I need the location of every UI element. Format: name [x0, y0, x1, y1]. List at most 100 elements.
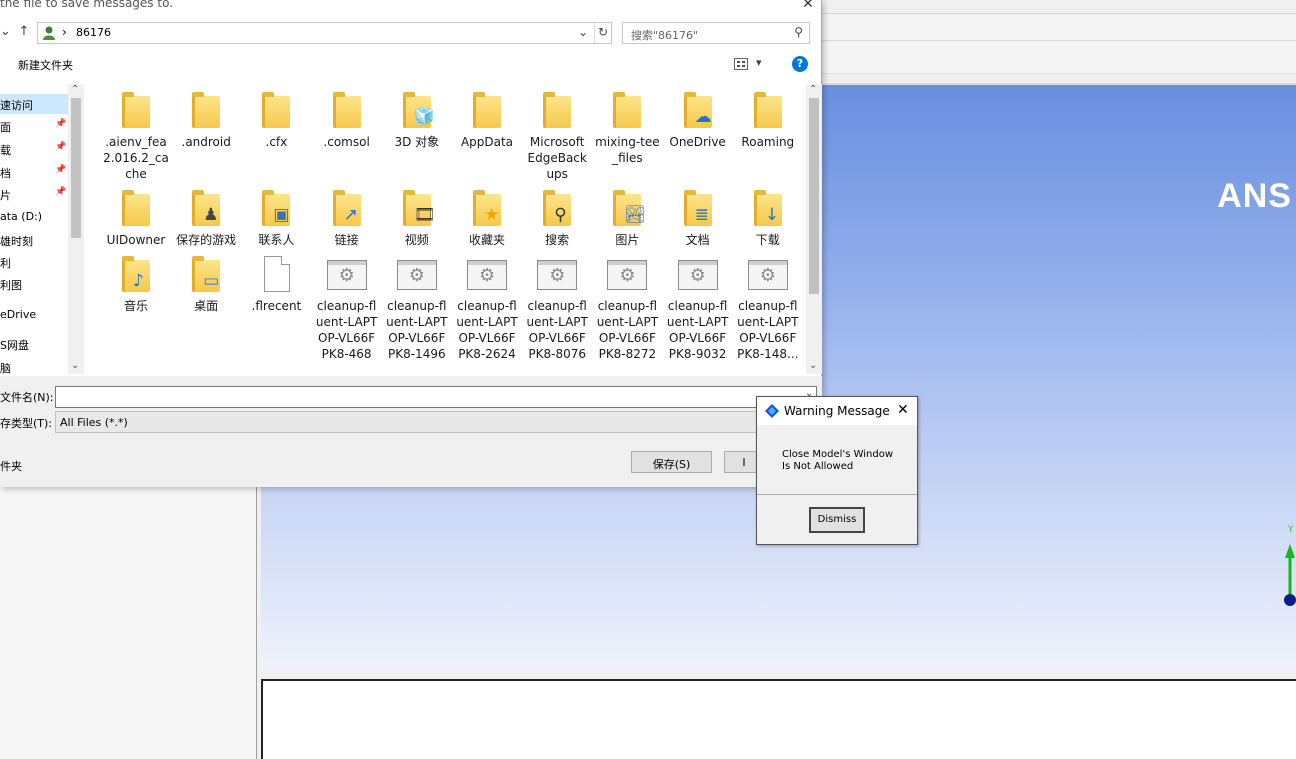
nav-item[interactable]: 面 📌 — [0, 116, 68, 136]
axis-triad-icon: Y — [1284, 525, 1296, 606]
breadcrumb-item[interactable]: 86176 — [76, 26, 111, 39]
file-item[interactable]: ♟ 保存的游戏 — [171, 188, 241, 248]
file-name-line: AppData — [460, 135, 514, 149]
search-input[interactable]: 搜索"86176" ⚲ — [622, 22, 810, 44]
file-item[interactable]: ⚙ cleanup-fl uent-LAPT OP-VL66F PK8-468 — [312, 254, 382, 362]
nav-item[interactable]: S网盘 — [0, 334, 68, 354]
file-item[interactable]: ▣ 联系人 — [241, 188, 311, 248]
scroll-down-icon[interactable]: ⌄ — [809, 360, 817, 371]
file-item[interactable]: .comsol — [312, 90, 382, 150]
file-item[interactable]: .cfx — [241, 90, 311, 150]
nav-item[interactable]: 利图 — [0, 274, 68, 294]
nav-item-label: 面 — [0, 121, 11, 134]
nav-item[interactable]: 速访问 — [0, 94, 68, 114]
view-options-icon[interactable] — [734, 58, 748, 70]
refresh-icon[interactable]: ↻ — [598, 25, 608, 39]
application-icon: ⚙ — [537, 254, 578, 294]
folder-music-icon: ♪ — [116, 254, 156, 294]
nav-item[interactable]: 雄时刻 — [0, 230, 68, 250]
file-item[interactable]: ⚙ cleanup-fl uent-LAPT OP-VL66F PK8-8076 — [522, 254, 592, 362]
user-folder-icon — [43, 26, 55, 40]
scroll-up-icon[interactable]: ⌃ — [809, 84, 817, 95]
nav-scroll-thumb[interactable] — [71, 98, 81, 238]
folder-desktop-icon: ▭ — [186, 254, 226, 294]
nav-item[interactable]: ata (D:) — [0, 207, 68, 227]
file-item[interactable]: ⚙ cleanup-fl uent-LAPT OP-VL66F PK8-2624 — [452, 254, 522, 362]
file-name-line: uent-LAPT — [456, 315, 518, 329]
nav-item[interactable]: 档 📌 — [0, 162, 68, 182]
app-logo-icon — [765, 404, 779, 418]
address-bar[interactable]: › 86176 ⌄ ↻ — [37, 22, 612, 44]
folder-icon — [748, 90, 788, 130]
up-arrow-icon[interactable]: ↑ — [16, 24, 32, 42]
file-item[interactable]: ⚙ cleanup-fl uent-LAPT OP-VL66F PK8-1496 — [382, 254, 452, 362]
file-item[interactable]: Roaming — [733, 90, 803, 150]
outline-tree-panel[interactable] — [0, 487, 257, 759]
nav-item-label: 利 — [0, 257, 11, 270]
app-ribbon[interactable] — [822, 42, 1296, 74]
file-list-scrollbar[interactable]: ⌃ ⌄ — [806, 84, 822, 374]
nav-item[interactable]: eDrive — [0, 305, 68, 325]
pin-icon: 📌 — [55, 142, 67, 152]
file-scroll-thumb[interactable] — [809, 98, 819, 294]
console-panel[interactable] — [261, 679, 1296, 759]
nav-item[interactable]: 利 — [0, 252, 68, 272]
warning-close-icon[interactable]: ✕ — [897, 402, 909, 418]
address-row: ⌄ ↑ › 86176 ⌄ ↻ 搜索"86176" ⚲ — [0, 20, 822, 46]
folder-3d-icon: 🧊 — [397, 90, 437, 130]
file-item[interactable]: mixing-tee _files — [592, 90, 662, 166]
help-icon[interactable]: ? — [792, 56, 808, 72]
file-item[interactable]: ☁ OneDrive — [663, 90, 733, 150]
file-item[interactable]: AppData — [452, 90, 522, 150]
recent-locations-chevron-icon[interactable]: ⌄ — [0, 24, 11, 42]
file-item[interactable]: UIDowner — [101, 188, 171, 248]
filetype-label: 存类型(T): — [0, 417, 53, 430]
filetype-select[interactable]: All Files (*.*) — [55, 411, 817, 433]
filename-input[interactable] — [55, 386, 817, 408]
hide-folders-toggle[interactable]: 件夹 — [0, 458, 60, 474]
file-item[interactable]: ▭ 桌面 — [171, 254, 241, 314]
address-dropdown-icon[interactable]: ⌄ — [578, 25, 588, 39]
file-item[interactable]: ⚙ cleanup-fl uent-LAPT OP-VL66F PK8-148... — [733, 254, 803, 362]
nav-item-label: eDrive — [0, 308, 37, 321]
new-folder-button[interactable]: 新建文件夹 — [18, 57, 73, 73]
nav-item[interactable]: 脑 — [0, 357, 68, 377]
file-name-line: ups — [546, 167, 568, 181]
file-item[interactable]: ♪ 音乐 — [101, 254, 171, 314]
scroll-up-icon[interactable]: ⌃ — [71, 84, 79, 95]
scroll-down-icon[interactable]: ⌄ — [71, 360, 79, 371]
nav-item-label: 档 — [0, 167, 11, 180]
warning-dialog: Warning Message ✕ Close Model's Window I… — [756, 396, 918, 545]
file-item[interactable]: ↓ 下载 — [733, 188, 803, 248]
save-button[interactable]: 保存(S) — [631, 451, 712, 473]
file-item[interactable]: ⚙ cleanup-fl uent-LAPT OP-VL66F PK8-9032 — [663, 254, 733, 362]
folder-search-icon: ⚲ — [537, 188, 577, 228]
file-name-line: .comsol — [323, 135, 370, 149]
dialog-close-icon[interactable]: ✕ — [798, 0, 818, 12]
file-item[interactable]: 🧊 3D 对象 — [382, 90, 452, 150]
nav-item-label: ata (D:) — [0, 210, 43, 223]
save-file-dialog: the file to save messages to. ✕ ⌄ ↑ › 86… — [0, 0, 822, 487]
file-item[interactable]: ≣ 文档 — [663, 188, 733, 248]
app-toolbar[interactable] — [822, 15, 1296, 41]
file-item[interactable]: .flrecent — [241, 254, 311, 314]
dismiss-button[interactable]: Dismiss — [809, 507, 865, 533]
file-item[interactable]: ⚙ cleanup-fl uent-LAPT OP-VL66F PK8-8272 — [592, 254, 662, 362]
file-item[interactable]: ⚲ 搜索 — [522, 188, 592, 248]
nav-item[interactable]: 载 📌 — [0, 139, 68, 159]
file-item[interactable]: ★ 收藏夹 — [452, 188, 522, 248]
file-item[interactable]: 🎞 视频 — [382, 188, 452, 248]
file-item[interactable]: 🏞 图片 — [592, 188, 662, 248]
app-menubar[interactable] — [822, 0, 1296, 14]
file-name-line: che — [125, 167, 147, 181]
file-item[interactable]: .aienv_fea 2.016.2_ca che — [101, 90, 171, 182]
nav-item[interactable]: 片 📌 — [0, 184, 68, 204]
command-bar: 新建文件夹 ▾ ? — [0, 50, 822, 78]
file-item[interactable]: .android — [171, 90, 241, 150]
file-item[interactable]: ↗ 链接 — [312, 188, 382, 248]
file-name-line: OP-VL66F — [318, 331, 376, 345]
view-dropdown-icon[interactable]: ▾ — [756, 56, 762, 69]
nav-scrollbar[interactable]: ⌃ ⌄ — [68, 84, 84, 374]
file-item[interactable]: Microsoft EdgeBack ups — [522, 90, 592, 182]
file-name-line: OP-VL66F — [739, 331, 797, 345]
